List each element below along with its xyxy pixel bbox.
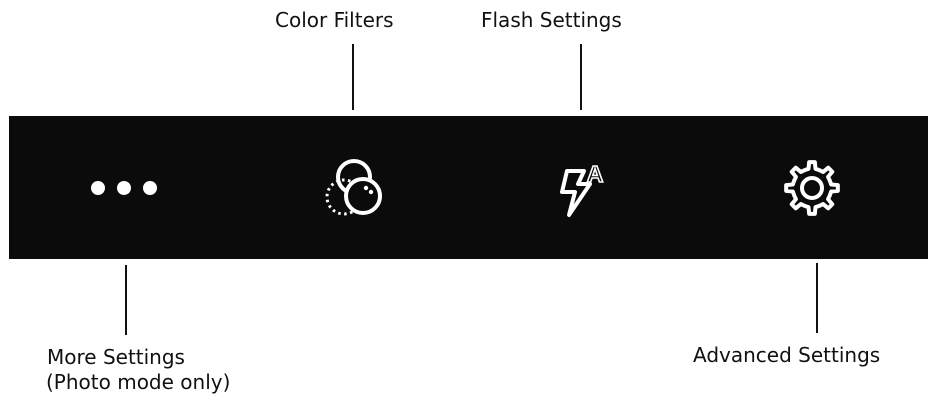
flash-settings-leader-line: [580, 44, 582, 110]
flash-settings-button[interactable]: A: [526, 116, 636, 259]
gear-icon: [784, 159, 840, 216]
more-settings-leader-line: [125, 265, 127, 335]
color-filters-button[interactable]: [299, 116, 409, 259]
advanced-settings-button[interactable]: [757, 116, 867, 259]
flash-settings-callout: Flash Settings: [481, 8, 622, 32]
more-dots-icon: [91, 180, 157, 195]
color-filters-icon: [325, 158, 382, 215]
advanced-settings-leader-line: [816, 263, 818, 333]
flash-auto-badge-label: A: [587, 161, 604, 187]
advanced-settings-callout: Advanced Settings: [693, 343, 881, 367]
camera-settings-toolbar: A: [9, 116, 928, 259]
flash-auto-badge: A: [586, 160, 604, 188]
more-settings-callout-line1: More Settings: [47, 345, 185, 369]
flash-auto-icon: A: [560, 160, 604, 217]
color-filters-callout: Color Filters: [275, 8, 394, 32]
color-filters-leader-line: [352, 44, 354, 110]
more-settings-callout-line2: (Photo mode only): [46, 370, 231, 394]
more-settings-button[interactable]: [69, 116, 179, 259]
